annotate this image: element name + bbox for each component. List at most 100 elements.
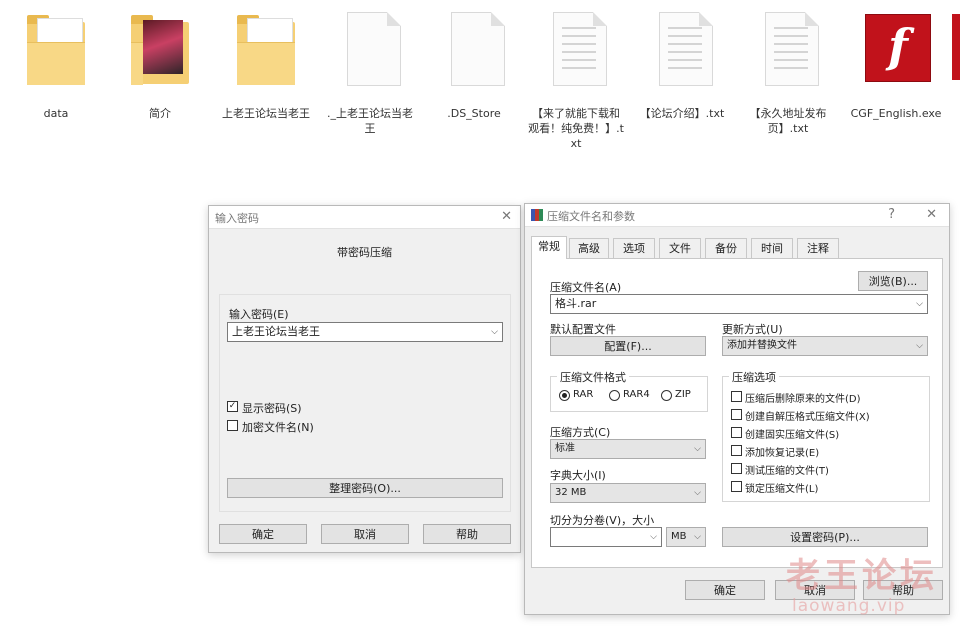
- options-group: 压缩选项 压缩后删除原来的文件(D) 创建自解压格式压缩文件(X) 创建固实压缩…: [722, 369, 930, 502]
- desktop-item-label: CGF_English.exe: [850, 107, 942, 120]
- desktop-item-label: 【论坛介绍】.txt: [639, 107, 725, 120]
- file-icon: [443, 8, 505, 92]
- chevron-down-icon[interactable]: ⌵: [916, 295, 923, 313]
- folder-icon: [235, 8, 297, 92]
- format-rar-radio[interactable]: [559, 390, 570, 401]
- desktop-item-label: 上老王论坛当老王: [222, 107, 310, 120]
- format-group: 压缩文件格式 RAR RAR4 ZIP: [550, 369, 708, 412]
- desktop-item-intro[interactable]: 简介: [112, 8, 208, 121]
- format-rar-label: RAR: [573, 389, 594, 400]
- desktop-item-label: data: [43, 107, 69, 120]
- password-value: 上老王论坛当老王: [232, 325, 320, 338]
- ok-button[interactable]: 确定: [219, 524, 307, 544]
- ok-button[interactable]: 确定: [685, 580, 765, 600]
- close-icon[interactable]: ✕: [501, 209, 512, 224]
- update-mode-label: 更新方式(U): [722, 323, 783, 336]
- watermark-text: 老王论坛: [786, 556, 938, 596]
- chevron-down-icon: ⌵: [694, 444, 701, 454]
- option-solid-label: 创建固实压缩文件(S): [745, 430, 840, 441]
- chevron-down-icon: ⌵: [916, 341, 923, 351]
- format-zip-label: ZIP: [675, 389, 691, 400]
- desktop-item-txt-forum[interactable]: 【论坛介绍】.txt: [634, 8, 730, 121]
- dialog-heading: 带密码压缩: [337, 246, 392, 259]
- desktop-item-label: .DS_Store: [447, 107, 501, 120]
- dict-size-label: 字典大小(I): [550, 469, 606, 482]
- desktop-item-txt-address[interactable]: 【永久地址发布页】.txt: [740, 8, 836, 136]
- flash-app-icon: f: [865, 8, 931, 92]
- desktop-item-label: 【来了就能下载和观看！纯免费！】.txt: [528, 107, 624, 150]
- text-file-icon: [545, 8, 607, 92]
- desktop-item-ds-store[interactable]: .DS_Store: [426, 8, 522, 121]
- archive-name-field[interactable]: 格斗.rar ⌵: [550, 294, 928, 314]
- format-rar4-label: RAR4: [623, 389, 650, 400]
- text-file-icon: [757, 8, 819, 92]
- format-zip-radio[interactable]: [661, 390, 672, 401]
- browse-button[interactable]: 浏览(B)...: [858, 271, 928, 291]
- split-unit-value: MB: [671, 531, 687, 542]
- tab-general[interactable]: 常规: [531, 236, 567, 259]
- option-recovery-checkbox[interactable]: [731, 445, 742, 456]
- cancel-button[interactable]: 取消: [321, 524, 409, 544]
- titlebar: 压缩文件名和参数 ? ✕: [525, 204, 949, 227]
- method-value: 标准: [555, 443, 575, 454]
- split-volumes-label: 切分为分卷(V)，大小: [550, 514, 655, 527]
- watermark-url: laowang.vip: [792, 596, 906, 616]
- desktop-item-folder-laowang[interactable]: 上老王论坛当老王: [218, 8, 314, 121]
- winrar-icon: [531, 209, 543, 221]
- dict-size-select[interactable]: 32 MB ⌵: [550, 483, 706, 503]
- tab-time[interactable]: 时间: [751, 238, 793, 258]
- partial-app-icon[interactable]: [952, 14, 960, 80]
- titlebar: 输入密码 ✕: [209, 206, 520, 229]
- general-tab-panel: 压缩文件名(A) 浏览(B)... 格斗.rar ⌵ 默认配置文件 配置(F).…: [531, 258, 943, 568]
- desktop-item-label: 简介: [149, 107, 171, 120]
- folder-icon: [25, 8, 87, 92]
- tab-backup[interactable]: 备份: [705, 238, 747, 258]
- option-delete-after-checkbox[interactable]: [731, 391, 742, 402]
- option-solid-checkbox[interactable]: [731, 427, 742, 438]
- archive-name-value: 格斗.rar: [555, 297, 597, 310]
- help-icon[interactable]: ?: [888, 207, 895, 222]
- chevron-down-icon: ⌵: [694, 488, 701, 498]
- profile-label: 默认配置文件: [550, 323, 616, 336]
- tab-advanced[interactable]: 高级: [569, 238, 609, 258]
- desktop-item-data[interactable]: data: [8, 8, 104, 121]
- folder-icon: [129, 8, 191, 92]
- update-mode-select[interactable]: 添加并替换文件 ⌵: [722, 336, 928, 356]
- help-button[interactable]: 帮助: [423, 524, 511, 544]
- encrypt-filenames-label: 加密文件名(N): [242, 421, 314, 434]
- format-group-title: 压缩文件格式: [557, 369, 629, 385]
- chevron-down-icon[interactable]: ⌵: [650, 528, 657, 546]
- profile-button[interactable]: 配置(F)...: [550, 336, 706, 356]
- set-password-button[interactable]: 设置密码(P)...: [722, 527, 928, 547]
- format-rar4-radio[interactable]: [609, 390, 620, 401]
- option-test-checkbox[interactable]: [731, 463, 742, 474]
- password-field[interactable]: 上老王论坛当老王 ⌵: [227, 322, 503, 342]
- text-file-icon: [651, 8, 713, 92]
- desktop-item-label: ._上老王论坛当老王: [327, 107, 413, 135]
- password-dialog: 输入密码 ✕ 带密码压缩 输入密码(E) 上老王论坛当老王 ⌵ ✓ 显示密码(S…: [208, 205, 521, 553]
- option-sfx-label: 创建自解压格式压缩文件(X): [745, 412, 870, 423]
- option-sfx-checkbox[interactable]: [731, 409, 742, 420]
- organize-passwords-button[interactable]: 整理密码(O)...: [227, 478, 503, 498]
- show-password-checkbox[interactable]: ✓: [227, 401, 238, 412]
- split-size-field[interactable]: ⌵: [550, 527, 662, 547]
- archive-name-label: 压缩文件名(A): [550, 281, 622, 294]
- option-delete-after-label: 压缩后删除原来的文件(D): [745, 394, 861, 405]
- chevron-down-icon[interactable]: ⌵: [491, 323, 498, 341]
- desktop-item-hidden-laowang[interactable]: ._上老王论坛当老王: [322, 8, 418, 136]
- encrypt-filenames-checkbox[interactable]: [227, 420, 238, 431]
- dict-size-value: 32 MB: [555, 487, 587, 498]
- split-unit-select[interactable]: MB ⌵: [666, 527, 706, 547]
- method-select[interactable]: 标准 ⌵: [550, 439, 706, 459]
- password-label: 输入密码(E): [229, 308, 289, 321]
- tab-options[interactable]: 选项: [613, 238, 655, 258]
- show-password-label: 显示密码(S): [242, 402, 302, 415]
- option-lock-checkbox[interactable]: [731, 481, 742, 492]
- tab-comment[interactable]: 注释: [797, 238, 839, 258]
- update-mode-value: 添加并替换文件: [727, 340, 797, 351]
- desktop-item-cgf-exe[interactable]: f CGF_English.exe: [848, 8, 944, 121]
- tab-files[interactable]: 文件: [659, 238, 701, 258]
- desktop-item-txt-download[interactable]: 【来了就能下载和观看！纯免费！】.txt: [528, 8, 624, 151]
- option-lock-label: 锁定压缩文件(L): [745, 484, 819, 495]
- close-icon[interactable]: ✕: [926, 207, 937, 222]
